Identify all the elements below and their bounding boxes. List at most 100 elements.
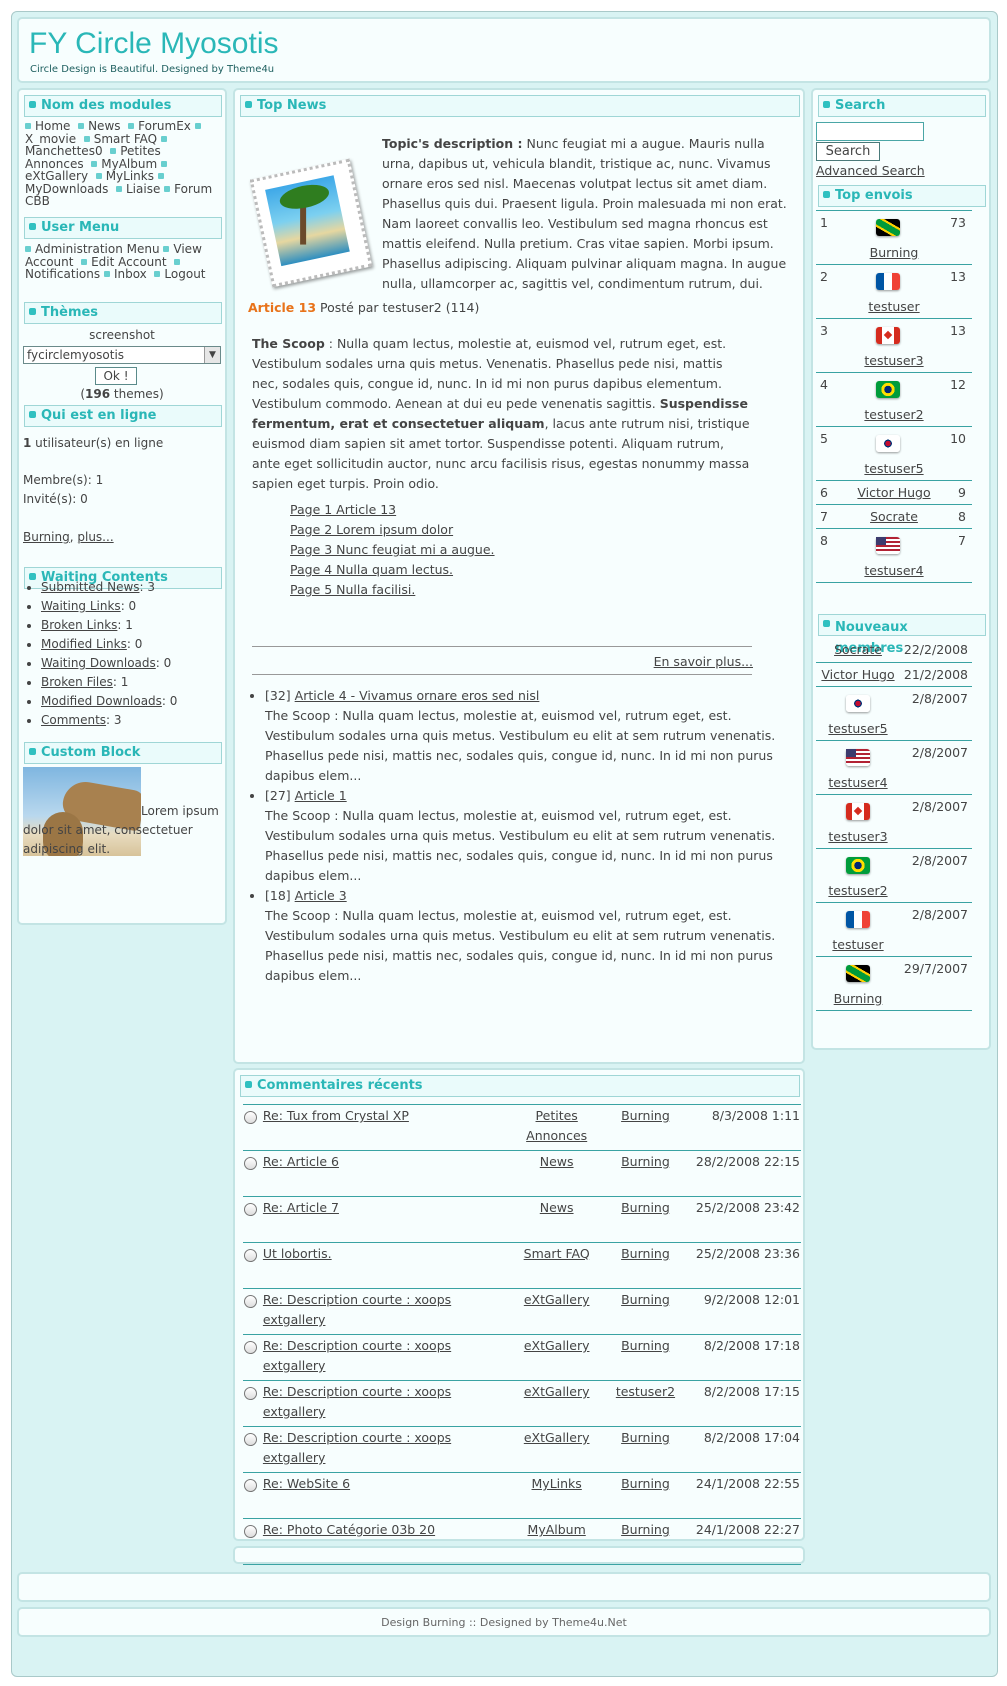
theme-select[interactable]: fycirclemyosotis ▼ [23,346,221,364]
join-date: 29/7/2007 [903,961,968,976]
comment-icon [244,1479,257,1492]
comment-user[interactable]: Burning [621,1522,670,1537]
comment-user[interactable]: Burning [621,1246,670,1261]
comment-user[interactable]: testuser2 [616,1384,675,1399]
article-list-item: [32] Article 4 - Vivamus ornare eros sed… [265,686,785,786]
poster-name[interactable]: Victor Hugo [816,485,972,500]
comment-date: 25/2/2008 23:36 [695,1246,800,1261]
newmember-row: 2/8/2007 testuser4 [816,740,972,795]
online-more-link[interactable]: plus... [77,530,113,544]
comment-user[interactable]: Burning [621,1154,670,1169]
comment-title[interactable]: Re: WebSite 6 [263,1476,350,1491]
center-empty-block [233,1546,805,1564]
comment-user[interactable]: Burning [621,1430,670,1445]
comment-title[interactable]: Ut lobortis. [263,1246,332,1261]
comment-title[interactable]: Re: Description courte : xoops extgaller… [263,1384,451,1419]
page-link[interactable]: Page 1 Article 13 [290,500,495,520]
comment-title[interactable]: Re: Article 6 [263,1154,339,1169]
member-name[interactable]: testuser4 [816,775,900,790]
comment-module[interactable]: eXtGallery [524,1292,590,1307]
article-header: Article 13 Posté par testuser2 (114) [248,300,480,315]
comments-panel: Commentaires récents Re: Tux from Crysta… [233,1068,805,1566]
comment-user[interactable]: Burning [621,1476,670,1491]
table-bottom-border [243,1564,801,1568]
article-pages: Page 1 Article 13 Page 2 Lorem ipsum dol… [290,500,495,600]
comment-icon [244,1433,257,1446]
flag-icon [876,273,900,290]
join-date: 2/8/2007 [911,745,968,760]
search-input[interactable] [816,122,924,141]
comment-module[interactable]: News [540,1154,574,1169]
theme-ok-button[interactable]: Ok ! [95,367,137,385]
member-name[interactable]: testuser2 [816,883,900,898]
themes-block-title: Thèmes [24,302,222,324]
page-link[interactable]: Page 5 Nulla facilisi. [290,580,495,600]
comment-user[interactable]: Burning [621,1108,670,1123]
poster-name[interactable]: testuser2 [816,407,972,422]
comment-title[interactable]: Re: Article 7 [263,1200,339,1215]
member-name[interactable]: testuser3 [816,829,900,844]
comment-title[interactable]: Re: Description courte : xoops extgaller… [263,1338,451,1373]
comment-module[interactable]: eXtGallery [524,1430,590,1445]
usermenu-item[interactable]: Logout [154,267,206,281]
page-link[interactable]: Page 3 Nunc feugiat mi a augue. [290,540,495,560]
rank: 4 [820,377,828,392]
comment-module[interactable]: MyAlbum [528,1522,586,1537]
poster-name[interactable]: testuser [816,299,972,314]
themes-screenshot-label: screenshot [89,328,155,342]
newmember-row: 29/7/2007 Burning [816,956,972,1011]
site-title[interactable]: FY Circle Myosotis [29,27,279,61]
rank: 2 [820,269,828,284]
read-more-link[interactable]: En savoir plus... [654,654,753,669]
comment-title[interactable]: Re: Description courte : xoops extgaller… [263,1430,451,1465]
online-user-link[interactable]: Burning [23,530,70,544]
page-link[interactable]: Page 2 Lorem ipsum dolor [290,520,495,540]
poster-name[interactable]: testuser5 [816,461,972,476]
comment-module[interactable]: MyLinks [532,1476,582,1491]
article-list: [32] Article 4 - Vivamus ornare eros sed… [235,686,785,986]
poster-name[interactable]: testuser4 [816,563,972,578]
comment-module[interactable]: Petites Annonces [526,1108,587,1143]
article-list-item: [27] Article 1The Scoop : Nulla quam lec… [265,786,785,886]
comment-icon [244,1341,257,1354]
module-item[interactable]: Liaise [116,182,160,196]
member-name[interactable]: Burning [816,991,900,1006]
comment-module[interactable]: eXtGallery [524,1384,590,1399]
member-name[interactable]: Socrate [816,642,900,657]
comment-module[interactable]: eXtGallery [524,1338,590,1353]
page-link[interactable]: Page 4 Nulla quam lectus. [290,560,495,580]
poster-name[interactable]: testuser3 [816,353,972,368]
usermenu-item[interactable]: Inbox [103,267,147,281]
comment-user[interactable]: Burning [621,1292,670,1307]
comment-title[interactable]: Re: Photo Catégorie 03b 20 [263,1522,435,1537]
custom-block-title: Custom Block [24,742,222,764]
join-date: 2/8/2007 [911,907,968,922]
topposter-row: 6 9 Victor Hugo [816,480,972,505]
poster-name[interactable]: Burning [816,245,972,260]
article-label[interactable]: Article 13 [248,300,316,315]
flag-icon [846,857,870,874]
list-bottom-border [816,582,972,583]
waiting-item: Comments: 3 [41,711,177,730]
member-name[interactable]: testuser5 [816,721,900,736]
comment-module[interactable]: Smart FAQ [524,1246,590,1261]
waiting-item: Modified Downloads: 0 [41,692,177,711]
member-name[interactable]: Victor Hugo [816,667,900,682]
topposter-row: 4 12 testuser2 [816,372,972,427]
comment-title[interactable]: Re: Tux from Crystal XP [263,1108,409,1123]
search-button[interactable]: Search [816,142,880,161]
flag-icon [846,965,870,982]
comment-user[interactable]: Burning [621,1200,670,1215]
flag-icon [876,327,900,344]
member-name[interactable]: testuser [816,937,900,952]
advanced-search-link[interactable]: Advanced Search [816,163,925,178]
flag-icon [846,803,870,820]
poster-name[interactable]: Socrate [816,509,972,524]
comment-icon [244,1525,257,1538]
comment-module[interactable]: News [540,1200,574,1215]
comment-user[interactable]: Burning [621,1338,670,1353]
comment-date: 8/2/2008 17:15 [703,1384,800,1399]
flag-icon [846,749,870,766]
chevron-down-icon[interactable]: ▼ [204,347,220,363]
comment-title[interactable]: Re: Description courte : xoops extgaller… [263,1292,451,1327]
